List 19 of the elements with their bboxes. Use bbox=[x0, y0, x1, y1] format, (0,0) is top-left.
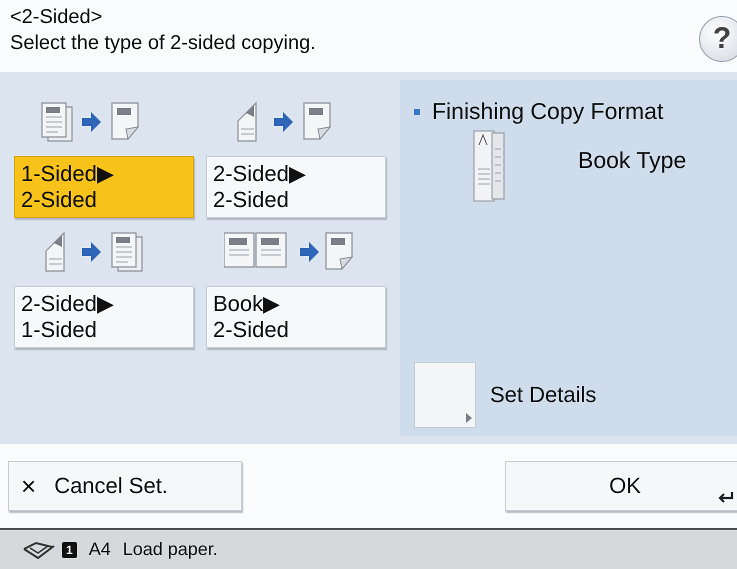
paper-size: A4 bbox=[88, 539, 111, 560]
cancel-button[interactable]: × Cancel Set. bbox=[8, 461, 242, 511]
copy-type-button[interactable]: 1-Sided▶ 2-Sided bbox=[14, 156, 194, 218]
help-button[interactable]: ? bbox=[699, 16, 737, 62]
set-details-button[interactable] bbox=[414, 362, 476, 428]
copy-type-button[interactable]: 2-Sided▶ 2-Sided bbox=[206, 156, 386, 218]
set-details-label: Set Details bbox=[490, 382, 596, 408]
section-title: Finishing Copy Format bbox=[432, 98, 664, 125]
status-message: Load paper. bbox=[122, 539, 218, 560]
instruction-text: Select the type of 2-sided copying. bbox=[10, 31, 316, 56]
copy-type-button[interactable]: Book▶ 2-Sided bbox=[206, 286, 386, 348]
return-arrow-icon bbox=[718, 492, 734, 504]
screen-title: <2-Sided> bbox=[10, 5, 104, 30]
ok-button[interactable]: OK bbox=[505, 461, 737, 511]
bullet-icon bbox=[414, 108, 420, 114]
drawer-number: 1 bbox=[62, 542, 77, 558]
triangle-icon bbox=[466, 413, 472, 423]
copy-type-button[interactable]: 2-Sided▶ 1-Sided bbox=[14, 286, 194, 348]
format-value: Book Type bbox=[578, 147, 686, 174]
